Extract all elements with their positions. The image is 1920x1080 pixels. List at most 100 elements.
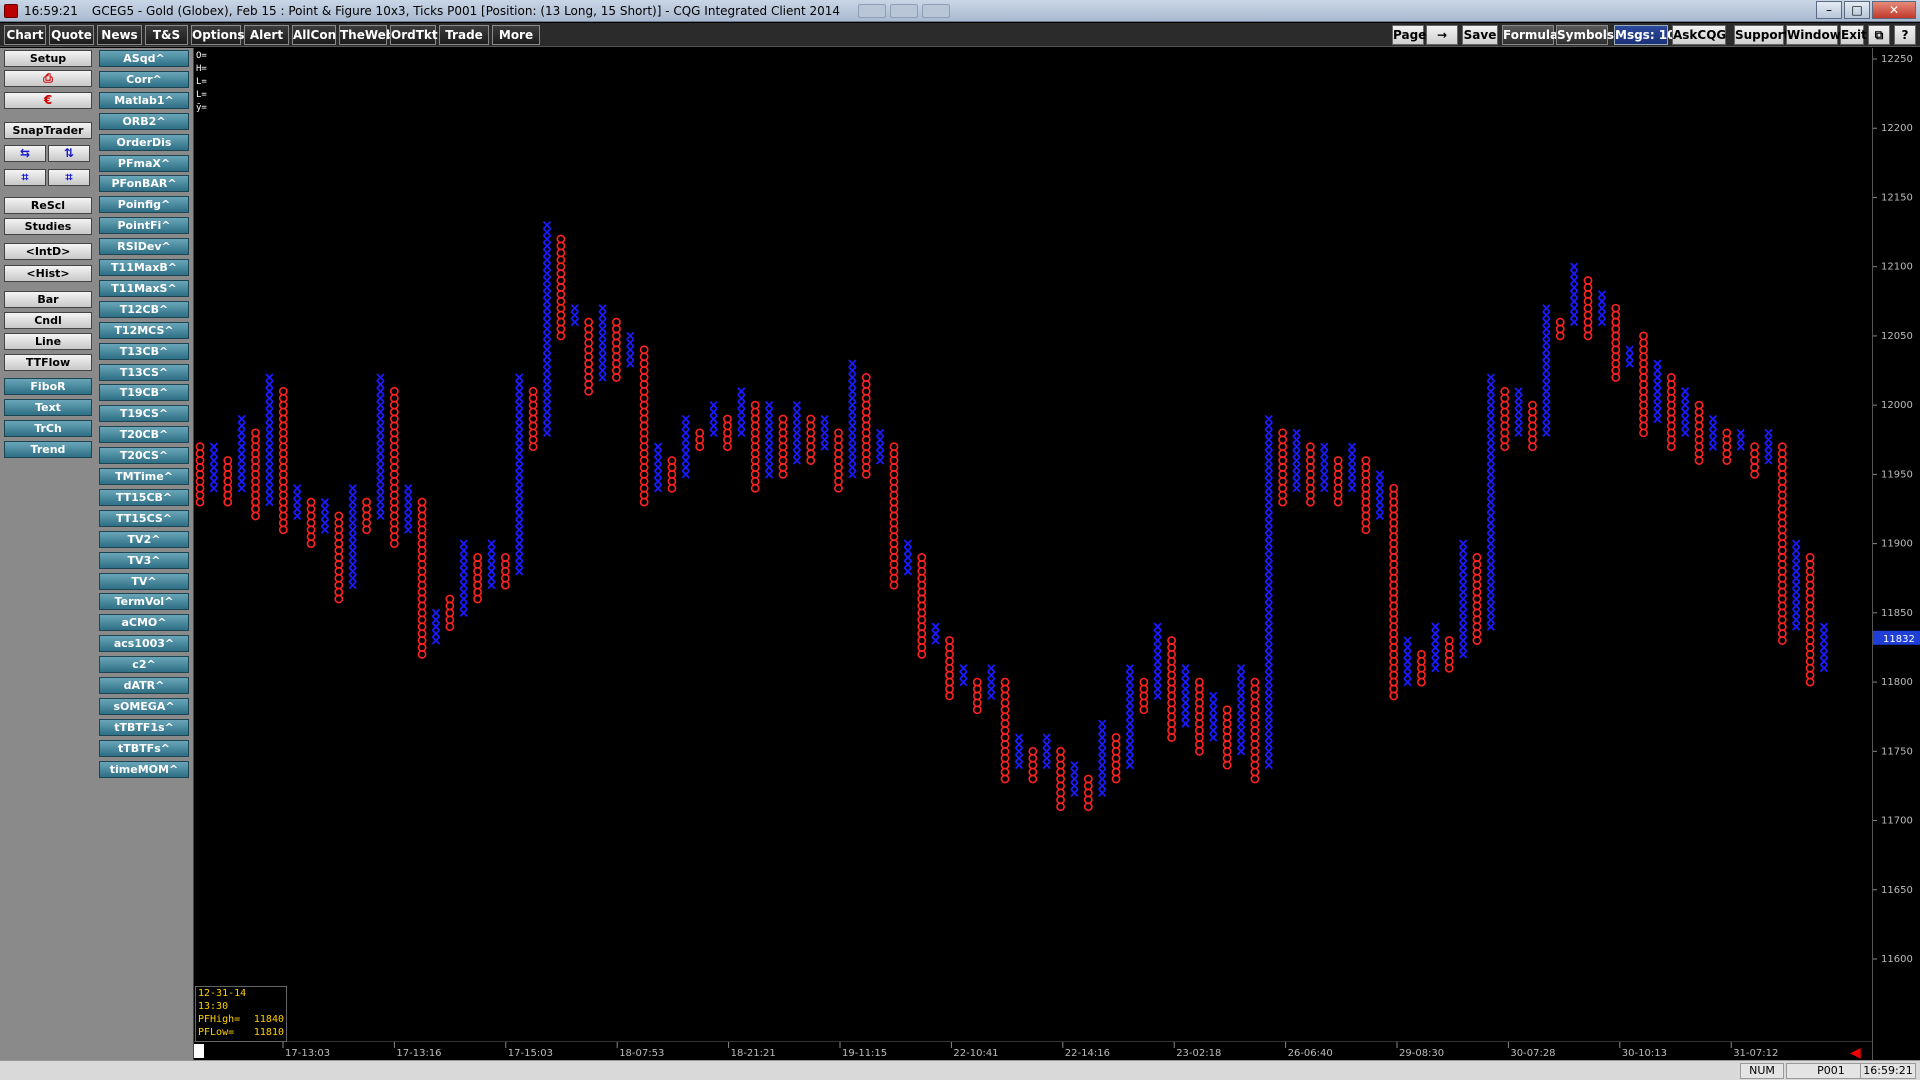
trend-tool-button[interactable]: Trend — [4, 441, 92, 458]
study-asqd[interactable]: ASqd^ — [99, 50, 189, 67]
menu-chart[interactable]: Chart — [4, 25, 46, 45]
help-button[interactable]: ? — [1894, 25, 1916, 45]
line-chart-button[interactable]: Line — [4, 333, 92, 350]
study-pfmax[interactable]: PFmaX^ — [99, 154, 189, 172]
pf-x-box — [1292, 449, 1301, 458]
fibor-button[interactable]: FiboR — [4, 378, 92, 395]
restore-window-button[interactable]: ⧉ — [1868, 25, 1890, 45]
study-c2[interactable]: c2^ — [99, 656, 189, 674]
intraday-button[interactable]: <IntD> — [4, 243, 92, 260]
x-tick-label: 29-08:30 — [1399, 1048, 1444, 1059]
bar-chart-button[interactable]: Bar — [4, 291, 92, 308]
study-t12mcs[interactable]: T12MCS^ — [99, 321, 189, 339]
menu-symbols[interactable]: Symbols — [1556, 25, 1614, 45]
study-tv2[interactable]: TV2^ — [99, 530, 189, 548]
study-acs1003[interactable]: acs1003^ — [99, 635, 189, 653]
study-timemom[interactable]: timeMOM^ — [99, 760, 189, 778]
pf-o-box — [195, 483, 205, 493]
study-t13cb[interactable]: T13CB^ — [99, 342, 189, 360]
menu-askcqg[interactable]: AskCQG — [1672, 25, 1726, 45]
study-tv[interactable]: TV^ — [99, 572, 189, 590]
menu-options[interactable]: Options — [191, 25, 245, 45]
menu-news[interactable]: News — [97, 25, 142, 45]
candle-chart-button[interactable]: Cndl — [4, 312, 92, 329]
study-matlab1[interactable]: Matlab1^ — [99, 91, 189, 109]
study-t19cb[interactable]: T19CB^ — [99, 384, 189, 402]
study-tv3[interactable]: TV3^ — [99, 551, 189, 569]
menu-page[interactable]: Page — [1392, 25, 1426, 45]
study-t13cs[interactable]: T13CS^ — [99, 363, 189, 381]
page-forward-button[interactable]: → — [1426, 25, 1458, 45]
menu-exit[interactable]: Exit — [1840, 25, 1867, 45]
rescale-button[interactable]: ReScl — [4, 197, 92, 214]
study-t11maxs[interactable]: T11MaxS^ — [99, 279, 189, 297]
pf-o-box — [473, 594, 482, 604]
study-tt15cb[interactable]: TT15CB^ — [99, 488, 189, 506]
menu-trade[interactable]: Trade — [439, 25, 489, 45]
x-tick-label: 18-07:53 — [619, 1048, 664, 1059]
maximize-button[interactable]: □ — [1844, 1, 1870, 19]
study-t20cb[interactable]: T20CB^ — [99, 426, 189, 444]
trch-button[interactable]: TrCh — [4, 420, 92, 437]
pf-o-box — [1555, 317, 1565, 327]
print-button[interactable]: ⎙ — [4, 70, 92, 87]
grid-right-icon[interactable]: ⌗ — [48, 169, 90, 186]
ttflow-button[interactable]: TTFlow — [4, 354, 92, 371]
study-t12cb[interactable]: T12CB^ — [99, 300, 189, 318]
study-poinfig[interactable]: Poinfig^ — [99, 196, 189, 214]
study-pointfi[interactable]: PointFi^ — [99, 217, 189, 235]
close-button[interactable]: ✕ — [1872, 1, 1916, 19]
menu-theweb[interactable]: TheWeb — [339, 25, 394, 45]
euro-button[interactable]: € — [4, 92, 92, 109]
study-corr[interactable]: Corr^ — [99, 70, 189, 88]
study-t11maxb[interactable]: T11MaxB^ — [99, 259, 189, 276]
historical-button[interactable]: <Hist> — [4, 265, 92, 282]
study-ttbtfs[interactable]: tTBTFs^ — [99, 739, 189, 757]
grid-left-icon[interactable]: ⌗ — [4, 169, 46, 186]
pf-x-box — [1292, 428, 1301, 437]
menu-quote[interactable]: Quote — [49, 25, 94, 45]
study-orb2[interactable]: ORB2^ — [99, 112, 189, 130]
pf-o-box — [251, 463, 260, 472]
pf-chart-area[interactable] — [194, 48, 1872, 1041]
scroll-end-arrow-icon[interactable]: ◀ — [1850, 1045, 1861, 1061]
swap-right-icon[interactable]: ⇅ — [48, 145, 90, 162]
study-acmo[interactable]: aCMO^ — [99, 614, 189, 632]
studies-button[interactable]: Studies — [4, 218, 92, 235]
study-datr[interactable]: dATR^ — [99, 677, 189, 694]
menu-allcon[interactable]: AllCon — [292, 25, 336, 45]
study-tt15cs[interactable]: TT15CS^ — [99, 509, 189, 527]
menu-alert[interactable]: Alert — [244, 25, 289, 45]
pf-x-box — [237, 435, 246, 444]
menu-more[interactable]: More — [492, 25, 540, 45]
snaptrader-button[interactable]: SnapTrader — [4, 122, 92, 139]
pf-o-box — [1000, 698, 1010, 708]
pf-x-box — [1569, 269, 1579, 278]
study-t20cs[interactable]: T20CS^ — [99, 447, 189, 465]
menu-save[interactable]: Save — [1462, 25, 1498, 45]
study-orderdis[interactable]: OrderDis — [99, 133, 189, 151]
study-termvol[interactable]: TermVol^ — [99, 593, 189, 611]
pf-x-box — [1236, 712, 1246, 721]
menu-t-s[interactable]: T&S — [145, 25, 188, 45]
pf-o-box — [639, 345, 649, 355]
menu-msgs-10[interactable]: Msgs: 10 — [1614, 25, 1676, 45]
pf-x-box — [1681, 401, 1690, 410]
study-rsidev[interactable]: RSIDev^ — [99, 238, 189, 256]
pf-o-box — [1805, 670, 1815, 680]
menu-support[interactable]: Support — [1734, 25, 1789, 45]
menu-formula[interactable]: Formula — [1502, 25, 1558, 45]
study-tmtime[interactable]: TMTime^ — [99, 468, 189, 485]
swap-left-icon[interactable]: ⇆ — [4, 145, 46, 162]
setup-button[interactable]: Setup — [4, 50, 92, 67]
minimize-button[interactable]: – — [1816, 1, 1842, 19]
study-somega[interactable]: sOMEGA^ — [99, 697, 189, 715]
study-pfonbar[interactable]: PFonBAR^ — [99, 175, 189, 193]
menu-window[interactable]: Window — [1786, 25, 1841, 45]
study-ttbtf1s[interactable]: tTBTF1s^ — [99, 718, 189, 736]
text-tool-button[interactable]: Text — [4, 399, 92, 416]
time-axis[interactable]: 17-13:03 17-13:16 17-15:03 18-07:53 18-21:21… — [194, 1041, 1872, 1061]
study-t19cs[interactable]: T19CS^ — [99, 405, 189, 423]
price-axis[interactable]: 11600 11650 11700 11750 11800 11850 11900 11950… — [1872, 48, 1920, 1060]
menu-ordtkt[interactable]: OrdTkt — [390, 25, 438, 45]
